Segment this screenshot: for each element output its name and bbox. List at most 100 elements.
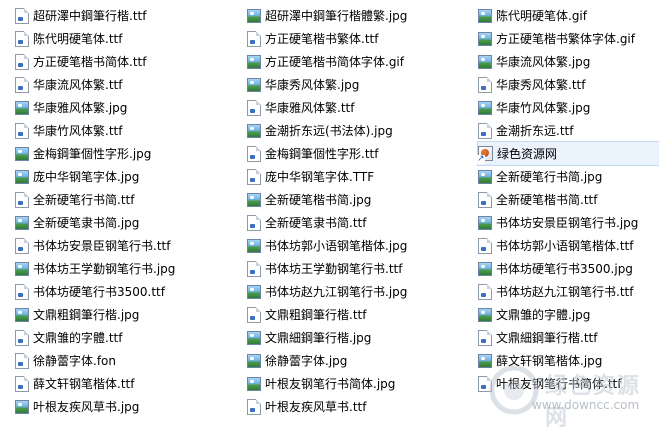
- file-item[interactable]: 文鼎細鋼筆行楷.jpg: [247, 326, 475, 349]
- font-file-icon: [247, 260, 261, 277]
- file-list-view: 超研澤中鋼筆行楷.ttf 陈代明硬笔体.ttf 方正硬笔楷书简体.ttf 华康流风体繁…: [0, 0, 659, 421]
- file-item[interactable]: 书体坊郭小语钢笔楷体.jpg: [247, 234, 475, 257]
- file-item[interactable]: 文鼎雏的字體.ttf: [15, 326, 243, 349]
- file-item[interactable]: 金潮折东远.ttf: [478, 119, 659, 142]
- file-item[interactable]: 徐静蕾字体.fon: [15, 349, 243, 372]
- file-item[interactable]: 叶根友疾风草书.jpg: [15, 395, 243, 418]
- font-file-icon: [15, 53, 29, 70]
- file-name-label: 绿色资源网: [497, 147, 558, 161]
- file-item[interactable]: 方正硬笔楷书繁体.ttf: [247, 27, 475, 50]
- file-name-label: 叶根友疾风草书.jpg: [33, 400, 140, 414]
- font-file-icon: [478, 76, 492, 93]
- file-item[interactable]: 超研澤中鋼筆行楷體繁.jpg: [247, 4, 475, 27]
- file-item[interactable]: 书体坊安景臣钢笔行书.jpg: [478, 211, 659, 234]
- file-item[interactable]: 全新硬笔行书简.jpg: [478, 165, 659, 188]
- file-item[interactable]: 华康竹风体繁.ttf: [15, 119, 243, 142]
- file-name-label: 书体坊郭小语钢笔楷体.ttf: [496, 239, 634, 253]
- file-name-label: 华康竹风体繁.ttf: [33, 124, 123, 138]
- image-file-icon: [478, 54, 492, 69]
- file-item[interactable]: 文鼎粗鋼筆行楷.jpg: [15, 303, 243, 326]
- file-item[interactable]: 徐静蕾字体.jpg: [247, 349, 475, 372]
- file-name-label: 陈代明硬笔体.gif: [496, 9, 587, 23]
- file-item[interactable]: 超研澤中鋼筆行楷.ttf: [15, 4, 243, 27]
- file-name-label: 华康流风体繁.ttf: [33, 78, 123, 92]
- font-file-icon: [247, 214, 261, 231]
- image-file-icon: [15, 146, 29, 161]
- file-item[interactable]: 绿色资源网: [477, 141, 659, 166]
- font-file-icon: [15, 191, 29, 208]
- font-file-icon: [478, 329, 492, 346]
- file-item[interactable]: 方正硬笔楷书简体字体.gif: [247, 50, 475, 73]
- file-item[interactable]: 庞中华钢笔字体.jpg: [15, 165, 243, 188]
- file-name-label: 文鼎細鋼筆行楷.jpg: [265, 331, 372, 345]
- image-file-icon: [247, 54, 261, 69]
- file-item[interactable]: 华康流风体繁.ttf: [15, 73, 243, 96]
- file-item[interactable]: 金梅鋼筆個性字形.ttf: [247, 142, 475, 165]
- image-file-icon: [478, 261, 492, 276]
- file-item[interactable]: 全新硬笔行书简.ttf: [15, 188, 243, 211]
- file-item[interactable]: 文鼎雏的字體.jpg: [478, 303, 659, 326]
- file-item[interactable]: 叶根友钢笔行书简体.jpg: [247, 372, 475, 395]
- file-item[interactable]: 书体坊赵九江钢笔行书.jpg: [247, 280, 475, 303]
- file-item[interactable]: 书体坊硬笔行书3500.ttf: [15, 280, 243, 303]
- file-name-label: 书体坊赵九江钢笔行书.ttf: [496, 285, 634, 299]
- file-item[interactable]: 书体坊硬笔行书3500.jpg: [478, 257, 659, 280]
- file-item[interactable]: 叶根友钢笔行书简体.ttf: [478, 372, 659, 395]
- file-item[interactable]: 文鼎細鋼筆行楷.ttf: [478, 326, 659, 349]
- file-item[interactable]: 陈代明硬笔体.ttf: [15, 27, 243, 50]
- font-file-icon: [15, 375, 29, 392]
- file-item[interactable]: 庞中华钢笔字体.TTF: [247, 165, 475, 188]
- font-file-icon: [478, 375, 492, 392]
- file-item[interactable]: 华康雅风体繁.jpg: [15, 96, 243, 119]
- font-file-icon: [15, 352, 29, 369]
- file-item[interactable]: 书体坊安景臣钢笔行书.ttf: [15, 234, 243, 257]
- file-item[interactable]: 薛文轩钢笔楷体.ttf: [15, 372, 243, 395]
- file-item[interactable]: 金潮折东远(书法体).jpg: [247, 119, 475, 142]
- file-name-label: 方正硬笔楷书简体.ttf: [33, 55, 147, 69]
- file-item[interactable]: 书体坊王学勤钢笔行书.ttf: [247, 257, 475, 280]
- font-file-icon: [247, 145, 261, 162]
- file-item[interactable]: 金梅鋼筆個性字形.jpg: [15, 142, 243, 165]
- file-item[interactable]: 陈代明硬笔体.gif: [478, 4, 659, 27]
- file-column-3: 陈代明硬笔体.gif 方正硬笔楷书繁体字体.gif 华康流风体繁.jpg 华康秀风体繁…: [477, 4, 659, 395]
- file-item[interactable]: 华康秀风体繁.ttf: [478, 73, 659, 96]
- image-file-icon: [15, 261, 29, 276]
- image-file-icon: [478, 169, 492, 184]
- font-file-icon: [15, 283, 29, 300]
- file-item[interactable]: 华康流风体繁.jpg: [478, 50, 659, 73]
- file-name-label: 全新硬笔楷书简.jpg: [265, 193, 372, 207]
- image-file-icon: [247, 123, 261, 138]
- file-item[interactable]: 薛文轩钢笔楷体.jpg: [478, 349, 659, 372]
- file-name-label: 华康雅风体繁.jpg: [33, 101, 128, 115]
- file-item[interactable]: 华康雅风体繁.ttf: [247, 96, 475, 119]
- file-name-label: 全新硬笔楷书简.ttf: [496, 193, 598, 207]
- file-item[interactable]: 华康秀风体繁.jpg: [247, 73, 475, 96]
- file-item[interactable]: 书体坊赵九江钢笔行书.ttf: [478, 280, 659, 303]
- file-name-label: 书体坊王学勤钢笔行书.jpg: [33, 262, 176, 276]
- font-file-icon: [478, 237, 492, 254]
- file-column-2: 超研澤中鋼筆行楷體繁.jpg 方正硬笔楷书繁体.ttf 方正硬笔楷书简体字体.gif…: [247, 4, 475, 418]
- file-name-label: 华康秀风体繁.ttf: [496, 78, 586, 92]
- font-file-icon: [15, 7, 29, 24]
- file-item[interactable]: 书体坊郭小语钢笔楷体.ttf: [478, 234, 659, 257]
- file-name-label: 华康秀风体繁.jpg: [265, 78, 360, 92]
- file-name-label: 方正硬笔楷书繁体字体.gif: [496, 32, 635, 46]
- file-item[interactable]: 华康竹风体繁.jpg: [478, 96, 659, 119]
- file-name-label: 全新硬笔行书简.ttf: [33, 193, 135, 207]
- file-item[interactable]: 全新硬笔隶书简.ttf: [247, 211, 475, 234]
- file-item[interactable]: 方正硬笔楷书繁体字体.gif: [478, 27, 659, 50]
- image-file-icon: [247, 238, 261, 253]
- file-name-label: 书体坊郭小语钢笔楷体.jpg: [265, 239, 408, 253]
- font-file-icon: [15, 237, 29, 254]
- file-name-label: 叶根友钢笔行书简体.ttf: [496, 377, 622, 391]
- file-item[interactable]: 全新硬笔楷书简.ttf: [478, 188, 659, 211]
- image-file-icon: [15, 399, 29, 414]
- file-item[interactable]: 文鼎粗鋼筆行楷.ttf: [247, 303, 475, 326]
- file-item[interactable]: 书体坊王学勤钢笔行书.jpg: [15, 257, 243, 280]
- file-item[interactable]: 叶根友疾风草书.ttf: [247, 395, 475, 418]
- font-file-icon: [15, 329, 29, 346]
- file-item[interactable]: 方正硬笔楷书简体.ttf: [15, 50, 243, 73]
- file-item[interactable]: 全新硬笔楷书简.jpg: [247, 188, 475, 211]
- file-item[interactable]: 全新硬笔隶书简.jpg: [15, 211, 243, 234]
- file-name-label: 庞中华钢笔字体.TTF: [265, 170, 375, 184]
